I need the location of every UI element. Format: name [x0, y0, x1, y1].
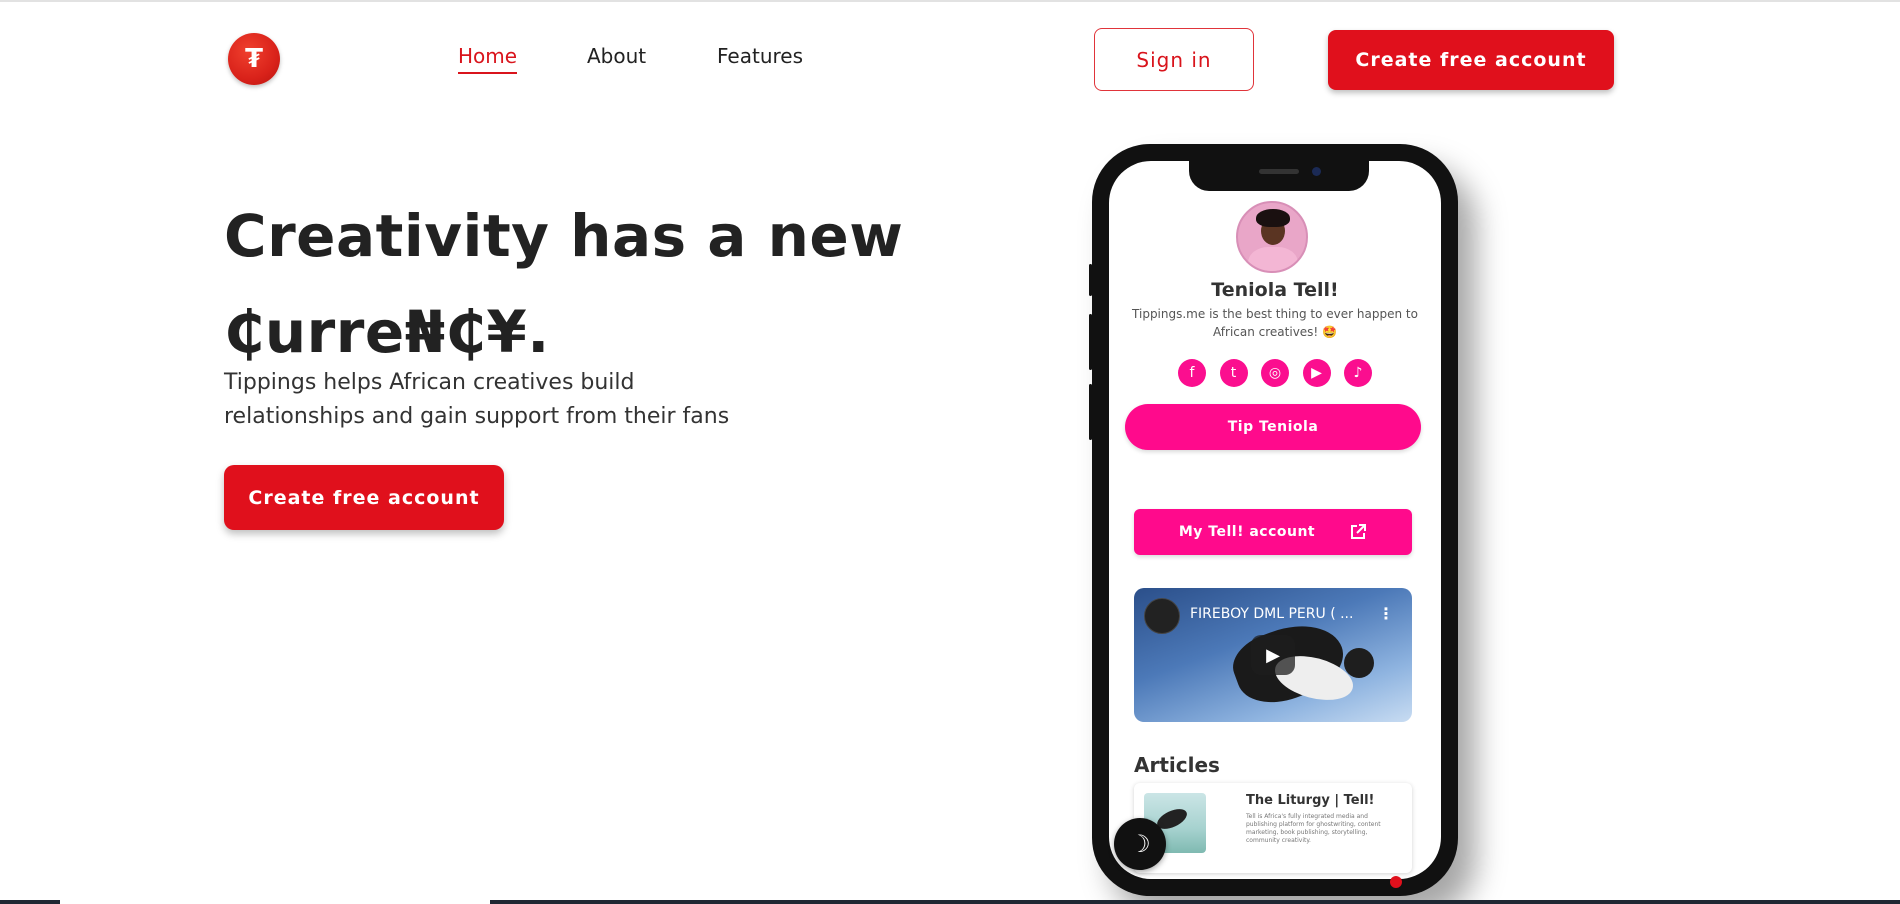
video-title[interactable]: FIREBOY DML PERU ( ... — [1190, 606, 1370, 622]
social-links: f t ◎ ▶ ♪ — [1178, 359, 1372, 387]
hero-title: Creativity has a new ₵urre₦₵¥. — [224, 188, 924, 380]
account-link-label: My Tell! account — [1178, 524, 1316, 540]
video-channel-avatar[interactable] — [1144, 598, 1180, 634]
profile-bio: Tippings.me is the best thing to ever ha… — [1132, 307, 1418, 339]
instagram-icon[interactable]: ◎ — [1261, 359, 1289, 387]
phone-mute-switch — [1089, 264, 1092, 296]
youtube-icon[interactable]: ▶ — [1302, 359, 1331, 387]
facebook-icon[interactable]: f — [1178, 359, 1206, 387]
phone-camera — [1312, 167, 1321, 176]
phone-notch — [1189, 161, 1369, 191]
red-indicator-dot — [1390, 876, 1402, 888]
external-link-icon — [1349, 523, 1367, 541]
twitter-icon[interactable]: t — [1219, 359, 1248, 387]
video-menu-icon[interactable]: ⋮ — [1378, 604, 1394, 623]
article-description: Tell is Africa's fully integrated media … — [1246, 813, 1381, 844]
hero-subtitle: Tippings helps African creatives build r… — [224, 370, 730, 429]
profile-avatar — [1236, 201, 1308, 273]
account-link-button[interactable]: My Tell! account — [1134, 509, 1412, 555]
hero-title-line1: Creativity has a new — [224, 202, 904, 270]
phone-screen: Teniola Tell! Tippings.me is the best th… — [1109, 161, 1441, 879]
logo-glyph: ₮ — [244, 44, 264, 74]
top-border — [0, 0, 1900, 2]
create-account-hero-button[interactable]: Create free account — [224, 465, 504, 530]
play-icon[interactable]: ▶ — [1251, 635, 1295, 675]
create-account-header-button[interactable]: Create free account — [1328, 30, 1614, 90]
nav-features[interactable]: Features — [717, 44, 803, 68]
tippings-logo-icon[interactable]: ₮ — [228, 33, 280, 85]
sign-in-button[interactable]: Sign in — [1094, 28, 1254, 91]
article-card[interactable]: The Liturgy | Tell! Tell is Africa's ful… — [1134, 783, 1412, 873]
video-embed[interactable]: FIREBOY DML PERU ( ... ⋮ ▶ — [1134, 588, 1412, 722]
phone-volume-up — [1089, 314, 1092, 370]
tip-button[interactable]: Tip Teniola — [1125, 404, 1421, 450]
article-title: The Liturgy | Tell! — [1246, 793, 1375, 808]
hero-title-line2: ₵urre₦₵¥. — [224, 298, 550, 366]
phone-volume-down — [1089, 384, 1092, 440]
articles-heading: Articles — [1134, 753, 1220, 777]
phone-speaker — [1259, 169, 1299, 174]
nav-home[interactable]: Home — [458, 44, 518, 74]
tiktok-icon[interactable]: ♪ — [1344, 359, 1372, 387]
dark-mode-toggle-icon[interactable]: ☽ — [1114, 818, 1166, 870]
profile-name: Teniola Tell! — [1211, 279, 1339, 301]
nav-about[interactable]: About — [587, 44, 646, 68]
phone-mockup: Teniola Tell! Tippings.me is the best th… — [1089, 144, 1458, 896]
